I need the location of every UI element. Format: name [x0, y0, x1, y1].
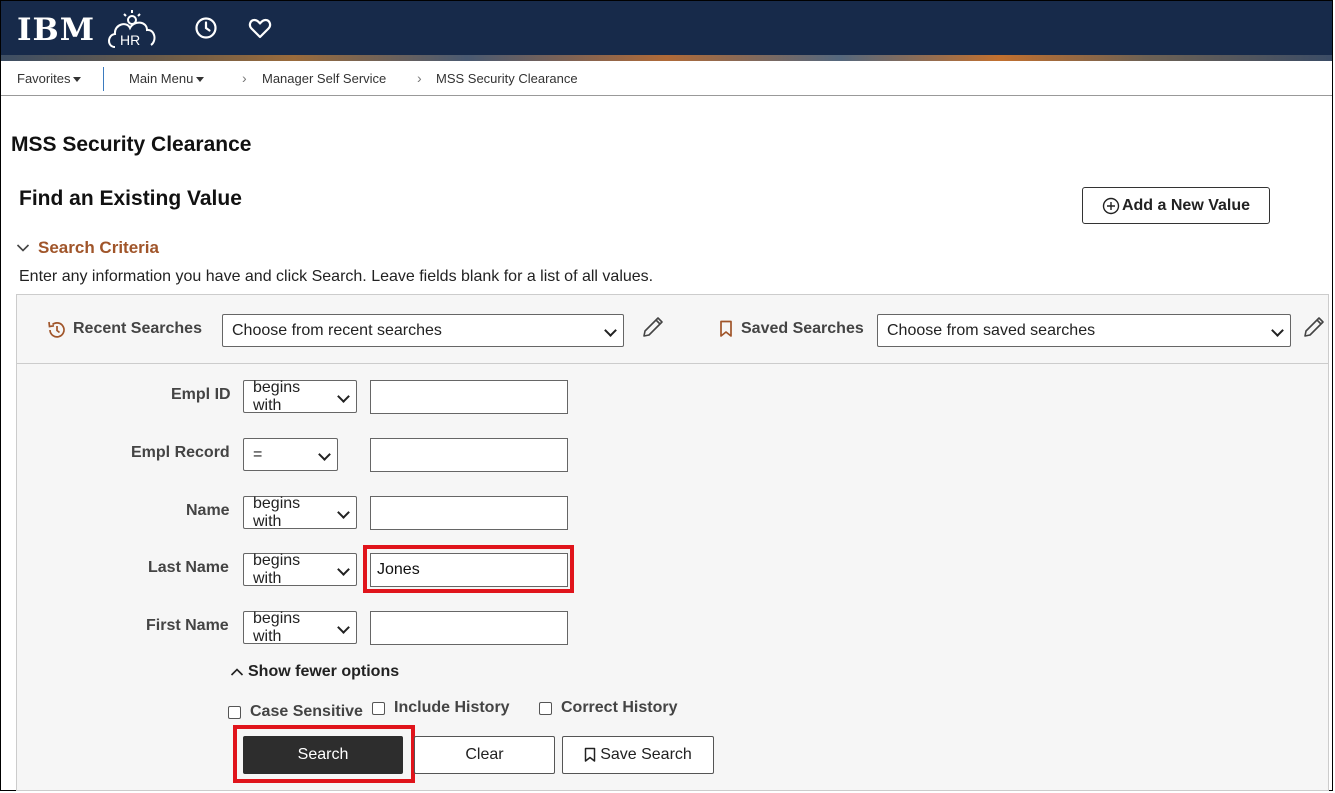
chevron-right-icon: › — [242, 70, 247, 86]
chevron-right-icon: › — [417, 70, 422, 86]
last-name-operator: begins with — [253, 551, 301, 587]
recent-searches-label: Recent Searches — [73, 320, 202, 337]
main-menu[interactable]: Main Menu — [129, 71, 205, 86]
clock-icon[interactable] — [194, 16, 218, 40]
correct-history-label: Correct History — [561, 699, 678, 716]
include-history-checkbox[interactable]: Include History — [372, 699, 510, 717]
name-label: Name — [186, 502, 230, 519]
save-search-label: Save Search — [600, 746, 692, 763]
correct-history-checkbox[interactable]: Correct History — [539, 699, 677, 717]
saved-searches-select[interactable]: Choose from saved searches — [877, 314, 1291, 347]
chevron-up-icon — [230, 668, 244, 676]
case-sensitive-label: Case Sensitive — [250, 703, 363, 720]
empl-record-operator: = — [253, 445, 263, 463]
empl-record-label: Empl Record — [131, 444, 230, 461]
page-title: MSS Security Clearance — [11, 133, 252, 156]
edit-saved-pencil-icon[interactable] — [1301, 314, 1327, 340]
name-input[interactable] — [370, 496, 568, 530]
empl-record-operator-select[interactable]: = — [243, 438, 338, 471]
recent-searches-select[interactable]: Choose from recent searches — [222, 314, 624, 347]
search-criteria-toggle[interactable]: Search Criteria — [16, 238, 159, 258]
add-new-value-label: Add a New Value — [1121, 196, 1251, 214]
show-fewer-options-link[interactable]: Show fewer options — [230, 663, 399, 681]
breadcrumb: Favorites Main Menu › Manager Self Servi… — [1, 62, 1332, 96]
breadcrumb-divider — [103, 67, 104, 91]
caret-down-icon — [73, 77, 82, 83]
name-operator: begins with — [253, 494, 301, 530]
plus-circle-icon — [1102, 197, 1120, 214]
find-existing-title: Find an Existing Value — [19, 187, 242, 210]
first-name-input[interactable] — [370, 611, 568, 645]
recent-history-icon — [48, 321, 65, 338]
chevron-down-icon — [337, 390, 350, 403]
checkbox-box[interactable] — [228, 705, 241, 719]
breadcrumb-current: MSS Security Clearance — [436, 71, 578, 86]
checkbox-box[interactable] — [372, 701, 385, 715]
hr-logo-text: HR — [120, 32, 140, 48]
favorites-label: Favorites — [17, 71, 71, 86]
last-name-highlight — [363, 545, 574, 593]
save-search-button[interactable]: Save Search — [562, 736, 714, 774]
checkbox-box[interactable] — [539, 701, 552, 715]
first-name-label: First Name — [146, 617, 229, 634]
empl-id-operator-select[interactable]: begins with — [243, 378, 357, 414]
case-sensitive-checkbox[interactable]: Case Sensitive — [228, 703, 363, 721]
search-button-highlight — [233, 725, 415, 783]
show-fewer-options-label: Show fewer options — [248, 663, 400, 680]
ibm-logo: IBM — [17, 12, 96, 48]
empl-id-input[interactable] — [370, 380, 568, 414]
empl-id-operator: begins with — [253, 378, 301, 414]
first-name-operator-select[interactable]: begins with — [243, 609, 357, 645]
edit-recent-pencil-icon[interactable] — [640, 314, 666, 340]
header-bar: IBM HR — [1, 1, 1332, 61]
header-banner-strip — [1, 55, 1332, 61]
saved-searches-value: Choose from saved searches — [887, 321, 1096, 339]
main-menu-label: Main Menu — [129, 71, 194, 86]
instructions-text: Enter any information you have and click… — [19, 268, 654, 285]
search-criteria-label: Search Criteria — [38, 238, 159, 257]
chevron-down-icon — [604, 324, 617, 337]
search-panel: Recent Searches Choose from recent searc… — [16, 294, 1329, 791]
bookmark-icon — [584, 747, 596, 762]
include-history-label: Include History — [394, 699, 510, 716]
clear-button[interactable]: Clear — [414, 736, 555, 774]
bookmark-icon — [720, 320, 732, 337]
chevron-down-icon — [318, 448, 331, 461]
caret-down-icon — [196, 77, 205, 83]
chevron-down-icon — [337, 563, 350, 576]
chevron-down-icon — [337, 621, 350, 634]
chevron-down-icon — [1271, 324, 1284, 337]
chevron-down-icon — [16, 244, 30, 252]
empl-id-label: Empl ID — [171, 386, 231, 403]
last-name-operator-select[interactable]: begins with — [243, 551, 357, 587]
chevron-down-icon — [337, 506, 350, 519]
add-new-value-button[interactable]: Add a New Value — [1082, 187, 1270, 224]
heart-icon[interactable] — [248, 17, 272, 39]
last-name-label: Last Name — [148, 559, 229, 576]
panel-divider — [17, 363, 1328, 364]
first-name-operator: begins with — [253, 609, 301, 645]
breadcrumb-manager-self-service[interactable]: Manager Self Service — [262, 71, 386, 86]
favorites-menu[interactable]: Favorites — [17, 71, 82, 86]
empl-record-input[interactable] — [370, 438, 568, 472]
hr-cloud-logo[interactable]: HR — [105, 7, 165, 53]
saved-searches-label: Saved Searches — [741, 320, 864, 337]
name-operator-select[interactable]: begins with — [243, 494, 357, 530]
recent-searches-value: Choose from recent searches — [232, 321, 442, 339]
